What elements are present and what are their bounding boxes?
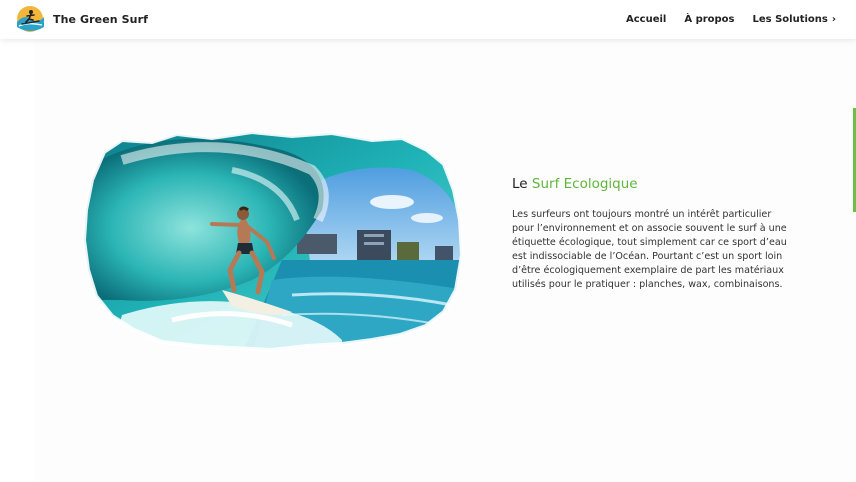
surfer-in-wave-photo — [82, 130, 465, 353]
site-header: The Green Surf Accueil À propos Les Solu… — [0, 0, 856, 39]
main-nav: Accueil À propos Les Solutions › — [626, 0, 836, 39]
hero-heading-accent: Surf Ecologique — [531, 176, 638, 192]
hero-heading-prefix: Le — [512, 176, 532, 192]
brand-link[interactable]: The Green Surf — [14, 5, 148, 33]
nav-les-solutions[interactable]: Les Solutions › — [753, 14, 836, 25]
surfer-logo-icon — [17, 6, 44, 32]
hero-heading: Le Surf Ecologique — [512, 176, 787, 192]
hero-paragraph: Les surfeurs ont toujours montré un inté… — [512, 209, 787, 290]
nav-les-solutions-label: Les Solutions — [752, 14, 828, 25]
brand-name: The Green Surf — [53, 12, 149, 26]
chevron-right-icon: › — [831, 13, 836, 25]
nav-accueil[interactable]: Accueil — [626, 14, 666, 25]
nav-a-propos[interactable]: À propos — [684, 14, 734, 25]
hero-text: Le Surf Ecologique Les surfeurs ont touj… — [512, 176, 787, 292]
